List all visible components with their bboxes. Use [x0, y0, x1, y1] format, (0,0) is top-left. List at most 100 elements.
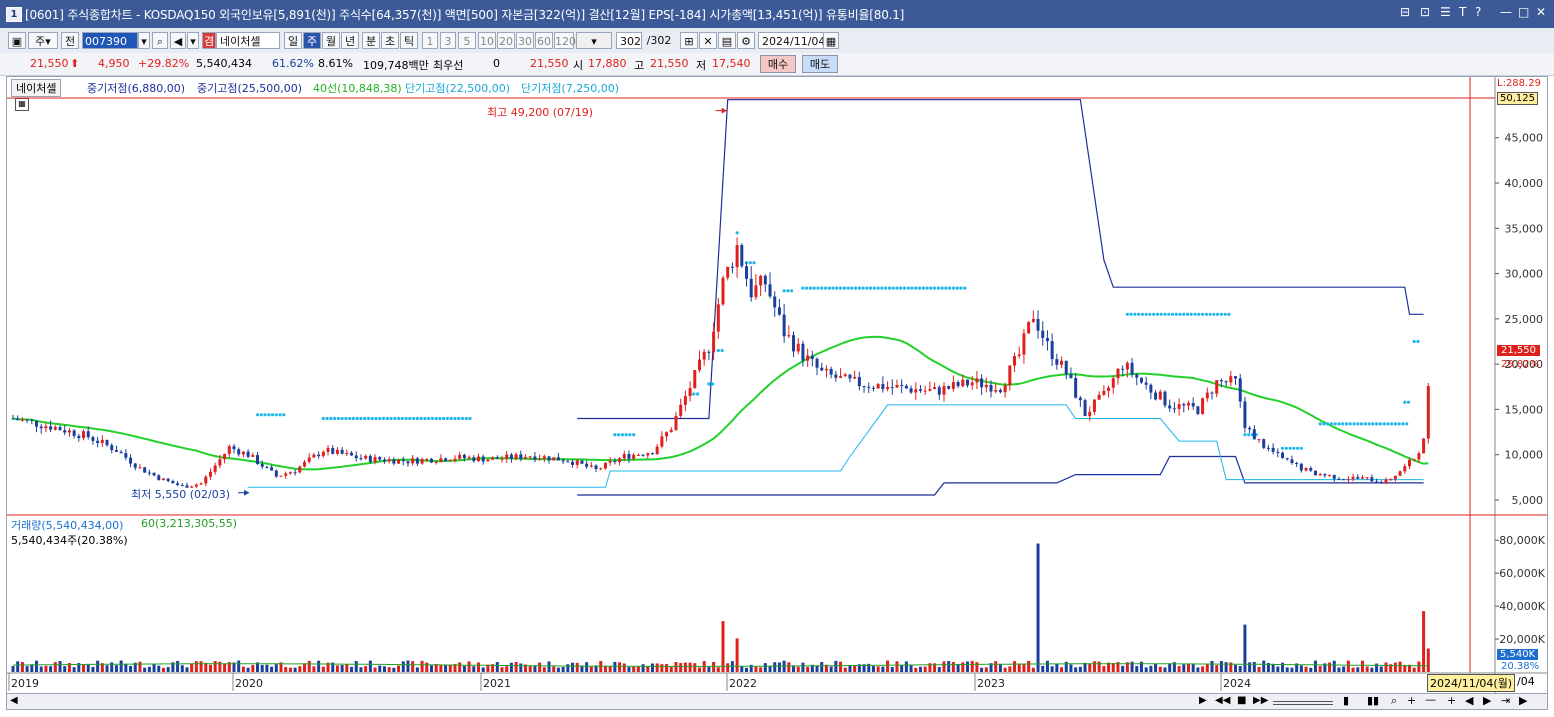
legend-ma40[interactable]: 40선(10,848,38) [313, 80, 402, 96]
stock-code-input[interactable]: 007390 [82, 32, 138, 49]
chevron-down-icon[interactable]: ▾ [138, 32, 150, 49]
all-button[interactable]: 전 [61, 32, 79, 49]
candle-body [1229, 376, 1233, 383]
tab-minute[interactable]: 분 [362, 32, 380, 49]
volume-bar [260, 664, 264, 672]
minute-option[interactable]: 30 [516, 32, 534, 49]
chevron-right-icon[interactable]: ▶ [1483, 694, 1491, 707]
volume-ma-legend[interactable]: 60(3,213,305,55) [141, 517, 237, 530]
jump-icon[interactable]: ⇥ [1501, 694, 1510, 707]
minute-option[interactable]: 1 [422, 32, 438, 49]
price-chart[interactable]: 45,00040,00035,00030,00025,00020,00015,0… [7, 77, 1547, 693]
minimize-icon[interactable]: — [1500, 5, 1512, 19]
app-number-icon[interactable]: 1 [6, 7, 22, 22]
custom-period-select[interactable]: ▾ [576, 32, 612, 49]
chevron-left-icon[interactable]: ◀ [1465, 694, 1473, 707]
chart-tab[interactable]: 네이처셀 [11, 79, 62, 97]
minute-option[interactable]: 20 [497, 32, 515, 49]
short-high-dot [835, 286, 839, 290]
scroll-right-icon[interactable]: ▶ [1199, 695, 1207, 706]
candle-body [284, 473, 288, 476]
tab-year[interactable]: 년 [341, 32, 359, 49]
tab-week[interactable]: 주 [303, 32, 321, 49]
grid-icon[interactable]: ☰ [1440, 5, 1451, 19]
tab-tick[interactable]: 틱 [400, 32, 418, 49]
maximize-icon[interactable]: □ [1518, 5, 1529, 19]
tab-day[interactable]: 일 [284, 32, 302, 49]
calendar-icon[interactable]: ▦ [823, 32, 839, 49]
layout-icon[interactable]: ▣ [8, 32, 26, 49]
period-select[interactable]: 주▾ [28, 32, 58, 49]
tab-month[interactable]: 월 [322, 32, 340, 49]
cross-icon[interactable]: ✕ [699, 32, 717, 49]
volume-bar [444, 665, 448, 672]
link-icon[interactable]: ⊟ [1400, 5, 1410, 19]
candle-body [1365, 477, 1369, 479]
expand-icon[interactable]: ▶ [1519, 694, 1527, 707]
candle-body [923, 390, 927, 392]
legend-short-high[interactable]: 단기고점(22,500,00) [405, 80, 510, 96]
volume-tick-label: 40,000K [1499, 600, 1545, 613]
volume-bar [1027, 660, 1031, 672]
chart-panel[interactable]: 네이처셀 중기저점(6,880,00) 중기고점(25,500,00) 40선(… [6, 76, 1548, 694]
toggle-icon[interactable]: ⊞ [680, 32, 698, 49]
candle-body [82, 431, 86, 438]
minus-icon[interactable]: — [1425, 693, 1436, 706]
zoom-handle-icon[interactable]: ▮ [1343, 694, 1349, 707]
volume-legend[interactable]: 거래량(5,540,434,00) [11, 517, 123, 533]
speaker-icon[interactable]: ◀ [170, 32, 186, 49]
legend-mid-high[interactable]: 중기고점(25,500,00) [197, 80, 302, 96]
text-icon[interactable]: T [1459, 5, 1466, 19]
minute-option[interactable]: 60 [535, 32, 553, 49]
stock-name-field[interactable]: 네이처셀 [216, 32, 280, 49]
candle-body [721, 277, 725, 305]
chart-scrollbar[interactable]: ◀ ▶ ◀◀ ■ ▶▶ ▮ ▮▮ ⌕ + — + ◀ ▶ ⇥ ▶ [6, 693, 1548, 710]
volume-bar [787, 662, 791, 672]
zoom-slider[interactable] [1273, 701, 1333, 705]
volume-bar [500, 667, 504, 672]
legend-short-low[interactable]: 단기저점(7,250,00) [521, 80, 619, 96]
table-icon[interactable]: ▦ [15, 98, 29, 111]
short-high-dot [955, 286, 959, 290]
scroll-left-icon[interactable]: ◀ [10, 695, 18, 706]
rewind-icon[interactable]: ◀◀ [1215, 695, 1230, 706]
short-high-dot [1254, 433, 1258, 437]
count-input[interactable]: 302 [616, 32, 642, 49]
candle-body [505, 454, 509, 459]
gear-icon[interactable]: ⚙ [737, 32, 755, 49]
short-high-dot [400, 416, 404, 421]
copy-icon[interactable]: ⊡ [1420, 5, 1430, 19]
short-high-dot [1178, 312, 1182, 316]
volume-bar [218, 661, 222, 672]
magnify-icon[interactable]: ⌕ [1391, 694, 1397, 708]
forward-icon[interactable]: ▶▶ [1253, 695, 1268, 706]
tab-second[interactable]: 초 [381, 32, 399, 49]
close-icon[interactable]: ✕ [1536, 5, 1546, 19]
volume-bar [1243, 624, 1247, 672]
legend-mid-low[interactable]: 중기저점(6,880,00) [87, 80, 185, 96]
chevron-down-icon[interactable]: ▾ [187, 32, 199, 49]
zoom-bar-icon[interactable]: ▮▮ [1367, 694, 1379, 707]
date-input[interactable]: 2024/11/04 [758, 32, 825, 49]
minute-option[interactable]: 5 [458, 32, 476, 49]
sell-button[interactable]: 매도 [802, 55, 838, 73]
volume-bar [721, 621, 725, 672]
save-icon[interactable]: ▤ [718, 32, 736, 49]
volume-bar [129, 665, 133, 672]
stop-icon[interactable]: ■ [1237, 695, 1246, 706]
plus-icon[interactable]: + [1447, 694, 1456, 707]
candle-body [989, 385, 993, 392]
candle-body [1036, 318, 1040, 331]
candle-body [1313, 470, 1317, 476]
help-icon[interactable]: ? [1475, 5, 1481, 19]
plus-icon[interactable]: + [1407, 694, 1416, 707]
volume-bar [956, 664, 960, 672]
candle-body [745, 266, 749, 279]
minute-option[interactable]: 3 [440, 32, 456, 49]
search-icon[interactable]: ⌕ [152, 32, 168, 49]
minute-option[interactable]: 10 [478, 32, 496, 49]
buy-button[interactable]: 매수 [760, 55, 796, 73]
minute-option[interactable]: 120 [554, 32, 576, 49]
volume-bar [368, 660, 372, 672]
volume-bar [354, 661, 358, 672]
